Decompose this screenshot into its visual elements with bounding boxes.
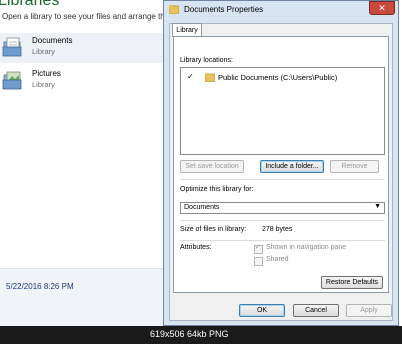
dialog-title: Documents Properties <box>184 5 264 14</box>
libraries-subtitle: Open a library to see your files and arr… <box>2 12 165 21</box>
ok-button[interactable]: OK <box>239 304 285 317</box>
libraries-window: Libraries Open a library to see your fil… <box>0 0 165 326</box>
dialog-title-bar[interactable]: Documents Properties ✕ <box>164 1 398 19</box>
divider <box>180 220 385 221</box>
tab-library[interactable]: Library <box>172 23 202 37</box>
location-path: Public Documents (C:\Users\Public) <box>218 73 338 82</box>
shown-in-nav-checkbox[interactable]: ✓ <box>254 244 263 254</box>
default-save-check-icon: ✓ <box>187 72 194 81</box>
library-item-pictures[interactable]: Pictures Library <box>0 66 165 96</box>
optimize-select[interactable]: Documents ▼ <box>180 202 385 214</box>
library-tab-panel: Library locations: ✓ Public Documents (C… <box>173 36 389 293</box>
include-folder-button[interactable]: Include a folder... <box>260 160 324 173</box>
library-item-type: Library <box>32 80 55 89</box>
chevron-down-icon: ▼ <box>374 203 381 210</box>
status-date: 5/22/2016 8:26 PM <box>6 282 74 291</box>
status-bar <box>0 268 165 326</box>
library-item-documents[interactable]: Documents Library <box>0 33 165 63</box>
remove-button[interactable]: Remove <box>330 160 379 173</box>
divider <box>180 240 385 241</box>
size-value: 278 bytes <box>262 226 293 233</box>
restore-defaults-button[interactable]: Restore Defaults <box>321 276 383 289</box>
size-label: Size of files in library: <box>180 226 247 233</box>
library-item-type: Library <box>32 47 55 56</box>
shown-in-nav-label: Shown in navigation pane <box>266 244 347 251</box>
shared-label: Shared <box>266 256 289 263</box>
pictures-library-icon <box>2 71 22 90</box>
checkmark-icon: ✓ <box>255 244 261 251</box>
library-locations-list[interactable]: ✓ Public Documents (C:\Users\Public) <box>180 67 385 155</box>
apply-button[interactable]: Apply <box>346 304 392 317</box>
image-caption: 619x506 64kb PNG <box>150 329 229 339</box>
library-locations-label: Library locations: <box>180 57 233 64</box>
library-item-name: Documents <box>32 36 73 45</box>
divider <box>180 179 385 180</box>
image-caption-bar: 619x506 64kb PNG <box>0 326 402 344</box>
shared-checkbox[interactable] <box>254 257 263 266</box>
library-item-name: Pictures <box>32 69 61 78</box>
optimize-value: Documents <box>184 204 220 211</box>
properties-dialog: Documents Properties ✕ Library Library l… <box>163 0 399 326</box>
optimize-label: Optimize this library for: <box>180 186 254 193</box>
list-item[interactable]: ✓ Public Documents (C:\Users\Public) <box>181 72 384 84</box>
documents-library-icon <box>2 37 22 57</box>
folder-icon <box>205 73 215 82</box>
attributes-label: Attributes: <box>180 244 212 251</box>
folder-icon <box>169 5 179 14</box>
dialog-body: Library Library locations: ✓ Public Docu… <box>169 23 393 321</box>
cancel-button[interactable]: Cancel <box>293 304 339 317</box>
libraries-title: Libraries <box>0 0 60 9</box>
close-button[interactable]: ✕ <box>369 1 395 15</box>
set-save-location-button[interactable]: Set save location <box>180 160 244 173</box>
